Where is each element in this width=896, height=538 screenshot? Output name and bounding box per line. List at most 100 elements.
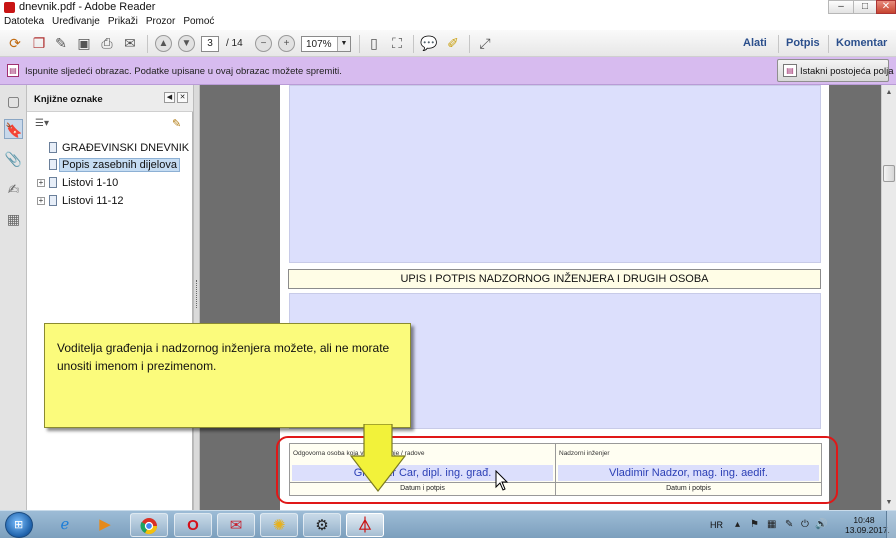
zoom-select[interactable]: 107% ▼	[301, 36, 351, 52]
minimize-button[interactable]: –	[828, 0, 854, 14]
panel-splitter[interactable]	[193, 85, 200, 510]
menu-pomoc[interactable]: Pomoć	[179, 15, 218, 27]
new-bookmark-icon[interactable]: ✎	[172, 117, 181, 130]
print-icon[interactable]: ⎙	[97, 33, 117, 53]
chrome-icon[interactable]	[130, 513, 168, 537]
bookmark-page-icon	[49, 159, 57, 170]
fit-page-icon[interactable]: ▯	[364, 33, 384, 53]
callout-text: Voditelja građenja i nadzornog inženjera…	[57, 341, 390, 373]
scroll-up-icon[interactable]: ▲	[883, 86, 895, 99]
form-notice-bar: ▤ Ispunite sljedeći obrazac. Podatke upi…	[0, 57, 896, 85]
highlight-icon[interactable]: ✐	[443, 33, 463, 53]
toolbar-divider	[413, 35, 414, 53]
clock-time: 10:48	[853, 515, 875, 525]
close-button[interactable]: ✕	[876, 0, 896, 14]
language-indicator[interactable]: HR	[710, 520, 723, 530]
scroll-thumb[interactable]	[883, 165, 895, 182]
network-app-icon[interactable]: ⚙	[303, 513, 341, 537]
bookmark-label: GRAĐEVINSKI DNEVNIK	[62, 142, 190, 154]
expand-icon[interactable]: +	[37, 179, 45, 187]
taskbar: ⊞ ℯ ▶ O ✉ ✺ ⚙ ⏃ HR ▴ ⚑ ▦ ✎ ⏻ 🔊 10:48 13.…	[0, 510, 896, 538]
tab-potpis[interactable]: Potpis	[786, 37, 820, 49]
full-screen-icon[interactable]: ⛶	[387, 33, 407, 53]
maximize-button[interactable]: □	[853, 0, 877, 14]
bookmarks-toolbar: ☰▾ ✎	[27, 112, 193, 138]
toolbar-divider	[359, 35, 360, 53]
email-icon[interactable]: ✉	[120, 33, 140, 53]
menu-bar: Datoteka Uređivanje Prikaži Prozor Pomoć	[0, 15, 896, 30]
solitaire-app-icon[interactable]: ✺	[260, 513, 298, 537]
close-panel-icon[interactable]: ✕	[177, 92, 188, 103]
open-file-icon[interactable]: ❐	[29, 33, 49, 53]
create-pdf-icon[interactable]: ⟳	[5, 33, 25, 53]
chevron-down-icon[interactable]: ▼	[337, 37, 350, 51]
navigation-pane-strip: ▢ 🔖 📎 ✍ ▦	[0, 85, 27, 510]
adobe-reader-icon	[4, 2, 15, 13]
splitter-grip	[196, 280, 198, 308]
menu-prozor[interactable]: Prozor	[142, 15, 179, 27]
form-fields-icon: ▤	[783, 64, 797, 77]
pen-icon[interactable]: ✎	[785, 519, 793, 530]
bookmark-label: Listovi 1-10	[62, 177, 119, 189]
mouse-cursor-icon	[495, 470, 509, 491]
toolbar-divider	[147, 35, 148, 53]
zoom-out-icon[interactable]: −	[255, 35, 272, 52]
bookmarks-icon[interactable]: 🔖	[4, 119, 23, 139]
clock[interactable]: 10:48 13.09.2017.	[845, 515, 890, 535]
zoom-value: 107%	[306, 39, 332, 50]
form-text-field[interactable]	[289, 85, 821, 263]
collapse-panel-icon[interactable]: ◀	[164, 92, 175, 103]
bookmark-label: Popis zasebnih dijelova	[59, 158, 180, 172]
section-title: UPIS I POTPIS NADZORNOG INŽENJERA I DRUG…	[288, 269, 821, 289]
vertical-scrollbar[interactable]: ▲ ▼	[881, 85, 896, 510]
toolbar: ⟳ ❐ ✎ ▣ ⎙ ✉ ▲ ▼ 3 / 14 − + 107% ▼ ▯ ⛶ 💬 …	[0, 30, 896, 57]
previous-page-icon[interactable]: ▲	[155, 35, 172, 52]
bookmarks-title: Knjižne oznake	[34, 94, 103, 105]
tab-alati[interactable]: Alati	[743, 37, 767, 49]
page-thumbnails-icon[interactable]: ▢	[4, 91, 23, 111]
scroll-down-icon[interactable]: ▼	[883, 496, 895, 509]
tutorial-callout: Voditelja građenja i nadzornog inženjera…	[44, 323, 411, 428]
save-icon[interactable]: ▣	[74, 33, 94, 53]
form-notice-text: Ispunite sljedeći obrazac. Podatke upisa…	[25, 66, 342, 77]
edit-icon[interactable]: ✎	[51, 33, 71, 53]
options-menu-icon[interactable]: ☰▾	[35, 118, 49, 129]
network-icon[interactable]: ▦	[767, 519, 776, 530]
expand-icon[interactable]: +	[37, 197, 45, 205]
action-center-icon[interactable]: ⚑	[750, 519, 759, 530]
bookmarks-header: Knjižne oznake ◀ ✕	[27, 85, 193, 112]
power-icon[interactable]: ⏻	[801, 519, 809, 530]
menu-uredivanje[interactable]: Uređivanje	[48, 15, 104, 27]
comment-icon[interactable]: 💬	[419, 33, 439, 53]
layers-icon[interactable]: ▦	[4, 209, 23, 229]
menu-datoteka[interactable]: Datoteka	[0, 15, 48, 27]
mail-icon[interactable]: ✉	[217, 513, 255, 537]
signatures-icon[interactable]: ✍	[4, 179, 23, 199]
volume-icon[interactable]: 🔊	[815, 519, 827, 530]
toolbar-divider	[828, 35, 829, 53]
start-button[interactable]: ⊞	[5, 512, 33, 538]
tab-komentar[interactable]: Komentar	[836, 37, 887, 49]
highlight-fields-button[interactable]: ▤ Istakni postojeća polja	[777, 59, 893, 82]
window-title: dnevnik.pdf - Adobe Reader	[19, 1, 156, 13]
toolbar-divider	[778, 35, 779, 53]
show-hidden-icons-icon[interactable]: ▴	[735, 519, 740, 530]
page-total: / 14	[226, 38, 243, 49]
bookmark-label: Listovi 11-12	[62, 195, 124, 207]
adobe-reader-taskbar-icon[interactable]: ⏃	[346, 513, 384, 537]
menu-prikazi[interactable]: Prikaži	[104, 15, 142, 27]
internet-explorer-icon[interactable]: ℯ	[46, 513, 84, 537]
clock-date: 13.09.2017.	[845, 525, 890, 535]
expand-icon[interactable]: ⤢	[475, 33, 495, 53]
attachments-icon[interactable]: 📎	[4, 149, 23, 169]
highlight-fields-label: Istakni postojeća polja	[800, 66, 894, 77]
opera-icon[interactable]: O	[174, 513, 212, 537]
toolbar-divider	[469, 35, 470, 53]
show-desktop-button[interactable]	[886, 511, 896, 538]
windows-logo-icon: ⊞	[14, 519, 24, 531]
zoom-in-icon[interactable]: +	[278, 35, 295, 52]
page-number-input[interactable]: 3	[201, 36, 219, 52]
media-player-icon[interactable]: ▶	[86, 513, 124, 537]
next-page-icon[interactable]: ▼	[178, 35, 195, 52]
down-arrow-icon	[350, 424, 406, 492]
